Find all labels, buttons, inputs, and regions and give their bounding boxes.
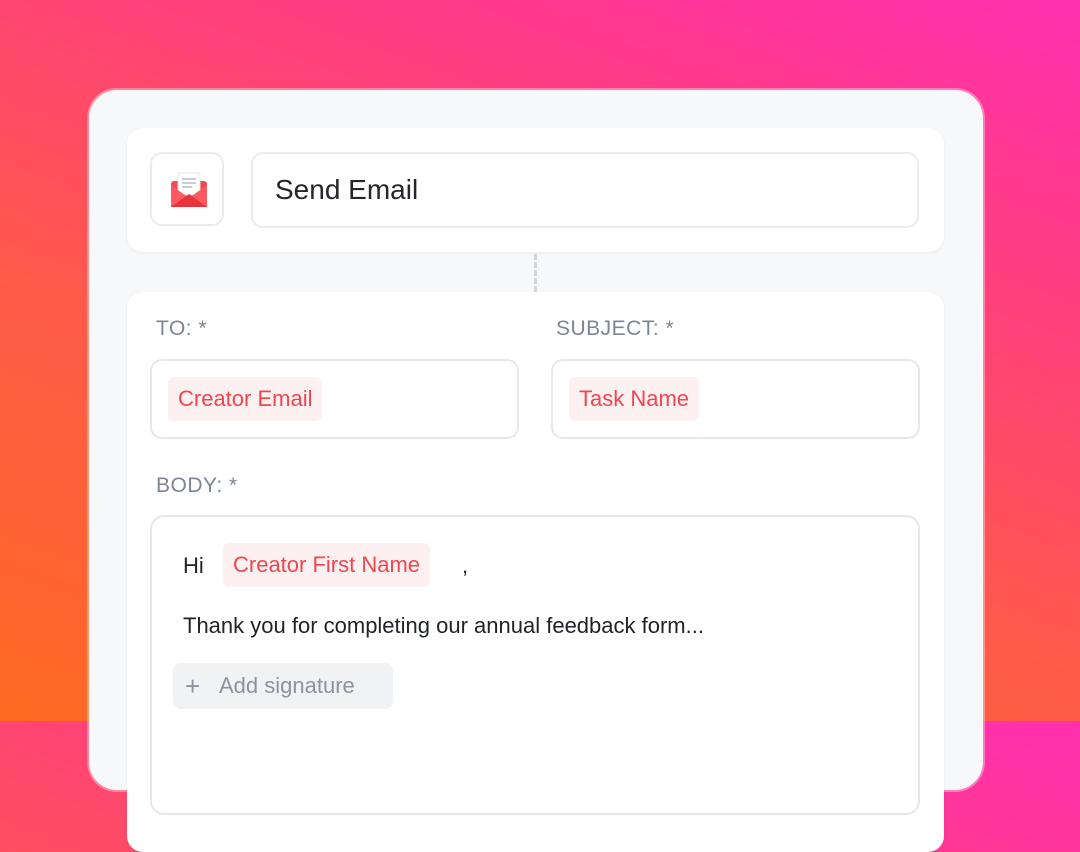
envelope-icon [171, 172, 207, 207]
to-label: TO: * [156, 317, 208, 340]
subject-field[interactable]: Task Name [551, 359, 920, 439]
plus-icon: + [185, 671, 201, 701]
add-signature-label: Add signature [219, 673, 355, 698]
automation-panel: Send Email TO: * Creator Email SUBJECT: … [89, 90, 983, 852]
action-title-field[interactable]: Send Email [251, 152, 919, 228]
to-chip-creator-email[interactable]: Creator Email [168, 377, 323, 421]
subject-chip-task-name[interactable]: Task Name [569, 377, 700, 421]
greeting-text: Hi [183, 553, 204, 578]
add-signature-button[interactable]: + Add signature [173, 663, 393, 709]
body-chip-creator-first-name[interactable]: Creator First Name [223, 543, 431, 587]
to-field[interactable]: Creator Email [150, 359, 519, 439]
action-icon-box[interactable] [150, 152, 224, 226]
body-field[interactable]: Hi Creator First Name , Thank you for co… [150, 515, 920, 815]
email-form-card: TO: * Creator Email SUBJECT: * Task Name… [127, 292, 944, 852]
body-label: BODY: * [156, 474, 238, 497]
subject-label: SUBJECT: * [556, 317, 675, 340]
greeting-comma: , [462, 553, 469, 578]
action-title: Send Email [275, 174, 419, 205]
body-message: Thank you for completing our annual feed… [183, 613, 704, 638]
connector-line [534, 254, 537, 292]
action-header-card: Send Email [127, 128, 944, 252]
